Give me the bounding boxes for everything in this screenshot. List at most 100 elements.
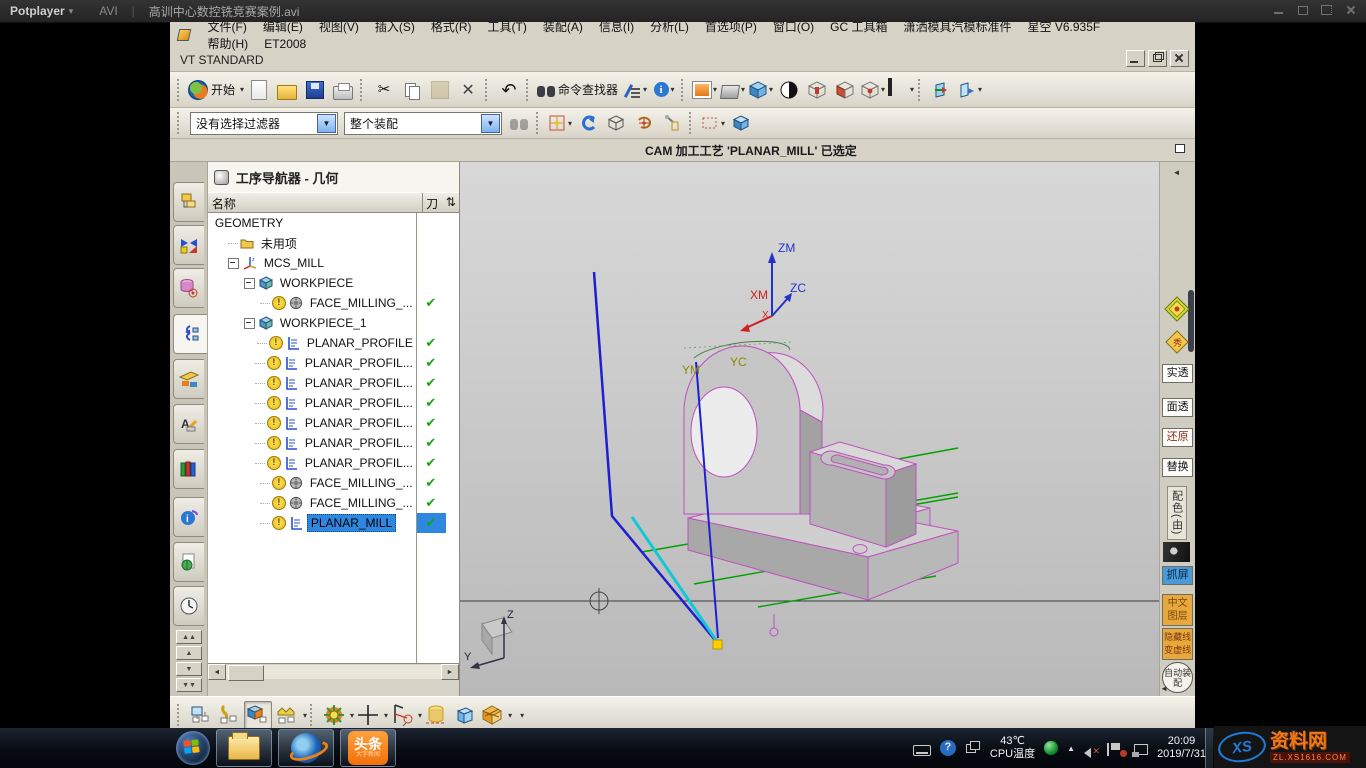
section-view-button-1[interactable] bbox=[804, 77, 830, 103]
tree-row-PLANAR_PROFIL...[interactable]: !PLANAR_PROFIL...✔ bbox=[208, 373, 459, 393]
collapse-expander-icon[interactable] bbox=[244, 278, 255, 289]
tab-operation-navigator[interactable] bbox=[173, 314, 207, 354]
tab-internet-explorer[interactable]: i bbox=[173, 497, 204, 537]
render-style-button[interactable]: ▾ bbox=[748, 77, 774, 103]
tree-row-PLANAR_MILL[interactable]: !PLANAR_MILL✔ bbox=[208, 513, 459, 533]
tree-item-label[interactable]: PLANAR_PROFIL... bbox=[302, 395, 416, 411]
view-plane-button-2[interactable]: ▾ bbox=[957, 77, 983, 103]
tree-row-MCS_MILL[interactable]: zMCS_MILL bbox=[208, 253, 459, 273]
menu-item-12[interactable]: 潇洒模具汽模标准件 bbox=[896, 17, 1020, 37]
keyboard-tray-icon[interactable] bbox=[913, 745, 931, 756]
tree-row-PLANAR_PROFIL...[interactable]: !PLANAR_PROFIL...✔ bbox=[208, 453, 459, 473]
hidden-line-dashed-button[interactable]: 隐藏线变虚线 bbox=[1162, 628, 1193, 660]
section-view-button-2[interactable] bbox=[832, 77, 858, 103]
nx-restore-button[interactable] bbox=[1148, 50, 1167, 67]
toolbar-grip[interactable] bbox=[526, 79, 533, 101]
menu-item-8[interactable]: 分析(L) bbox=[642, 17, 697, 37]
delete-button[interactable]: ✕ bbox=[455, 77, 481, 103]
panel-scroll-left-button[interactable]: ◄ bbox=[1162, 168, 1191, 177]
potplayer-close-icon[interactable] bbox=[1344, 3, 1358, 17]
toolbar-grip[interactable] bbox=[310, 704, 317, 726]
toolbar-grip[interactable] bbox=[681, 79, 688, 101]
tab-web-page[interactable] bbox=[173, 542, 204, 582]
tree-row-PLANAR_PROFIL...[interactable]: !PLANAR_PROFIL...✔ bbox=[208, 393, 459, 413]
tree-row-GEOMETRY[interactable]: GEOMETRY bbox=[208, 213, 459, 233]
menu-item-2[interactable]: 视图(V) bbox=[311, 17, 367, 37]
rotated-label-button[interactable]: 配色(由) bbox=[1162, 486, 1191, 543]
information-button[interactable]: i▾ bbox=[651, 77, 677, 103]
tree-row-PLANAR_PROFIL...[interactable]: !PLANAR_PROFIL...✔ bbox=[208, 413, 459, 433]
diamond-tool-icon-2[interactable]: 秀 bbox=[1162, 330, 1191, 357]
tree-item-label[interactable]: MCS_MILL bbox=[261, 255, 327, 271]
tab-history[interactable] bbox=[173, 449, 204, 489]
menu-item-13[interactable]: 星空 V6.935F bbox=[1020, 17, 1109, 37]
print-button[interactable] bbox=[330, 77, 356, 103]
face-transparent-button[interactable]: 面透 bbox=[1162, 398, 1193, 417]
menu-item-4[interactable]: 格式(R) bbox=[423, 17, 480, 37]
menu-item-5[interactable]: 工具(T) bbox=[480, 17, 535, 37]
panel-scroll-left-bottom-icon[interactable]: ◄ bbox=[1159, 684, 1169, 693]
resource-scroll-top-button[interactable]: ▲▲ bbox=[176, 630, 202, 644]
create-method-button[interactable] bbox=[274, 702, 300, 728]
hscroll-right-button[interactable]: ► bbox=[441, 664, 459, 680]
toolbar-grip[interactable] bbox=[536, 112, 543, 134]
create-tool-button[interactable] bbox=[216, 702, 242, 728]
diamond-tool-icon-1[interactable] bbox=[1162, 296, 1191, 325]
nx-start-button[interactable]: 开始 ▾ bbox=[188, 77, 244, 103]
restore-windows-tray-icon[interactable] bbox=[965, 740, 981, 756]
tab-part-navigator[interactable] bbox=[173, 268, 204, 308]
show-desktop-button[interactable] bbox=[1205, 728, 1213, 768]
tree-row-未用项[interactable]: 未用项 bbox=[208, 233, 459, 253]
network-tray-icon[interactable] bbox=[1134, 744, 1148, 755]
command-finder-button[interactable]: 命令查找器 bbox=[537, 77, 621, 103]
snap-handle-button[interactable] bbox=[659, 110, 685, 136]
toolbar-grip[interactable] bbox=[689, 112, 696, 134]
potplayer-menu[interactable]: Potplayer bbox=[10, 4, 65, 18]
paste-button[interactable] bbox=[427, 77, 453, 103]
cylinder-tool-button[interactable] bbox=[423, 702, 449, 728]
wireframe-box-button[interactable] bbox=[603, 110, 629, 136]
back-button[interactable] bbox=[575, 110, 601, 136]
tab-machining-wizard[interactable] bbox=[173, 359, 204, 399]
tree-item-label[interactable]: FACE_MILLING_... bbox=[307, 295, 416, 311]
menu-item-11[interactable]: GC 工具箱 bbox=[822, 17, 895, 37]
potplayer-maximize-icon[interactable] bbox=[1296, 3, 1310, 17]
toolbar-grip[interactable] bbox=[177, 704, 184, 726]
dropdown-arrow-icon[interactable]: ▼ bbox=[317, 114, 336, 133]
section-view-button-3[interactable]: ▾ bbox=[860, 77, 886, 103]
resource-scroll-bottom-button[interactable]: ▼▼ bbox=[176, 678, 202, 692]
background-button[interactable]: ▾ bbox=[888, 77, 914, 103]
menu-item-6[interactable]: 装配(A) bbox=[535, 17, 591, 37]
point-tool-button[interactable] bbox=[355, 702, 381, 728]
hscroll-track[interactable] bbox=[226, 665, 441, 679]
menu-item-3[interactable]: 插入(S) bbox=[367, 17, 423, 37]
tree-row-PLANAR_PROFIL...[interactable]: !PLANAR_PROFIL...✔ bbox=[208, 433, 459, 453]
caret-icon[interactable]: ▾ bbox=[508, 711, 512, 720]
action-center-flag-icon[interactable] bbox=[1107, 743, 1125, 756]
tree-item-label[interactable]: FACE_MILLING_... bbox=[307, 475, 416, 491]
potplayer-minimize-icon[interactable] bbox=[1272, 3, 1286, 17]
column-toolpath[interactable]: 刀轨 ⇅ bbox=[423, 193, 459, 212]
volume-muted-icon[interactable] bbox=[1084, 744, 1098, 756]
screen-capture-button[interactable]: 抓屏 bbox=[1162, 566, 1193, 585]
cut-button[interactable]: ✂ bbox=[371, 77, 397, 103]
tree-row-FACE_MILLING_...[interactable]: !FACE_MILLING_...✔ bbox=[208, 293, 459, 313]
pin-icon[interactable] bbox=[214, 170, 229, 185]
column-name[interactable]: 名称 bbox=[208, 193, 423, 212]
rotate-point-button[interactable] bbox=[631, 110, 657, 136]
snapshot-thumbnail[interactable] bbox=[1163, 542, 1190, 562]
save-button[interactable] bbox=[302, 77, 328, 103]
tab-roles[interactable]: A bbox=[173, 404, 204, 444]
caret-icon[interactable]: ▾ bbox=[418, 711, 422, 720]
tray-expand-icon[interactable]: ▲ bbox=[1067, 744, 1075, 753]
caret-icon[interactable]: ▾ bbox=[303, 711, 307, 720]
view-orientation-button[interactable]: ▾ bbox=[720, 77, 746, 103]
tree-row-FACE_MILLING_...[interactable]: !FACE_MILLING_...✔ bbox=[208, 493, 459, 513]
dropdown-arrow-icon[interactable]: ▼ bbox=[481, 114, 500, 133]
undo-button[interactable]: ↶ bbox=[496, 77, 522, 103]
potplayer-snap-icon[interactable] bbox=[1320, 3, 1334, 17]
toolbar-grip[interactable] bbox=[177, 79, 184, 101]
replace-button[interactable]: 替换 bbox=[1162, 458, 1193, 477]
gear-tool-button[interactable] bbox=[321, 702, 347, 728]
taskbar-explorer-button[interactable] bbox=[216, 729, 272, 767]
